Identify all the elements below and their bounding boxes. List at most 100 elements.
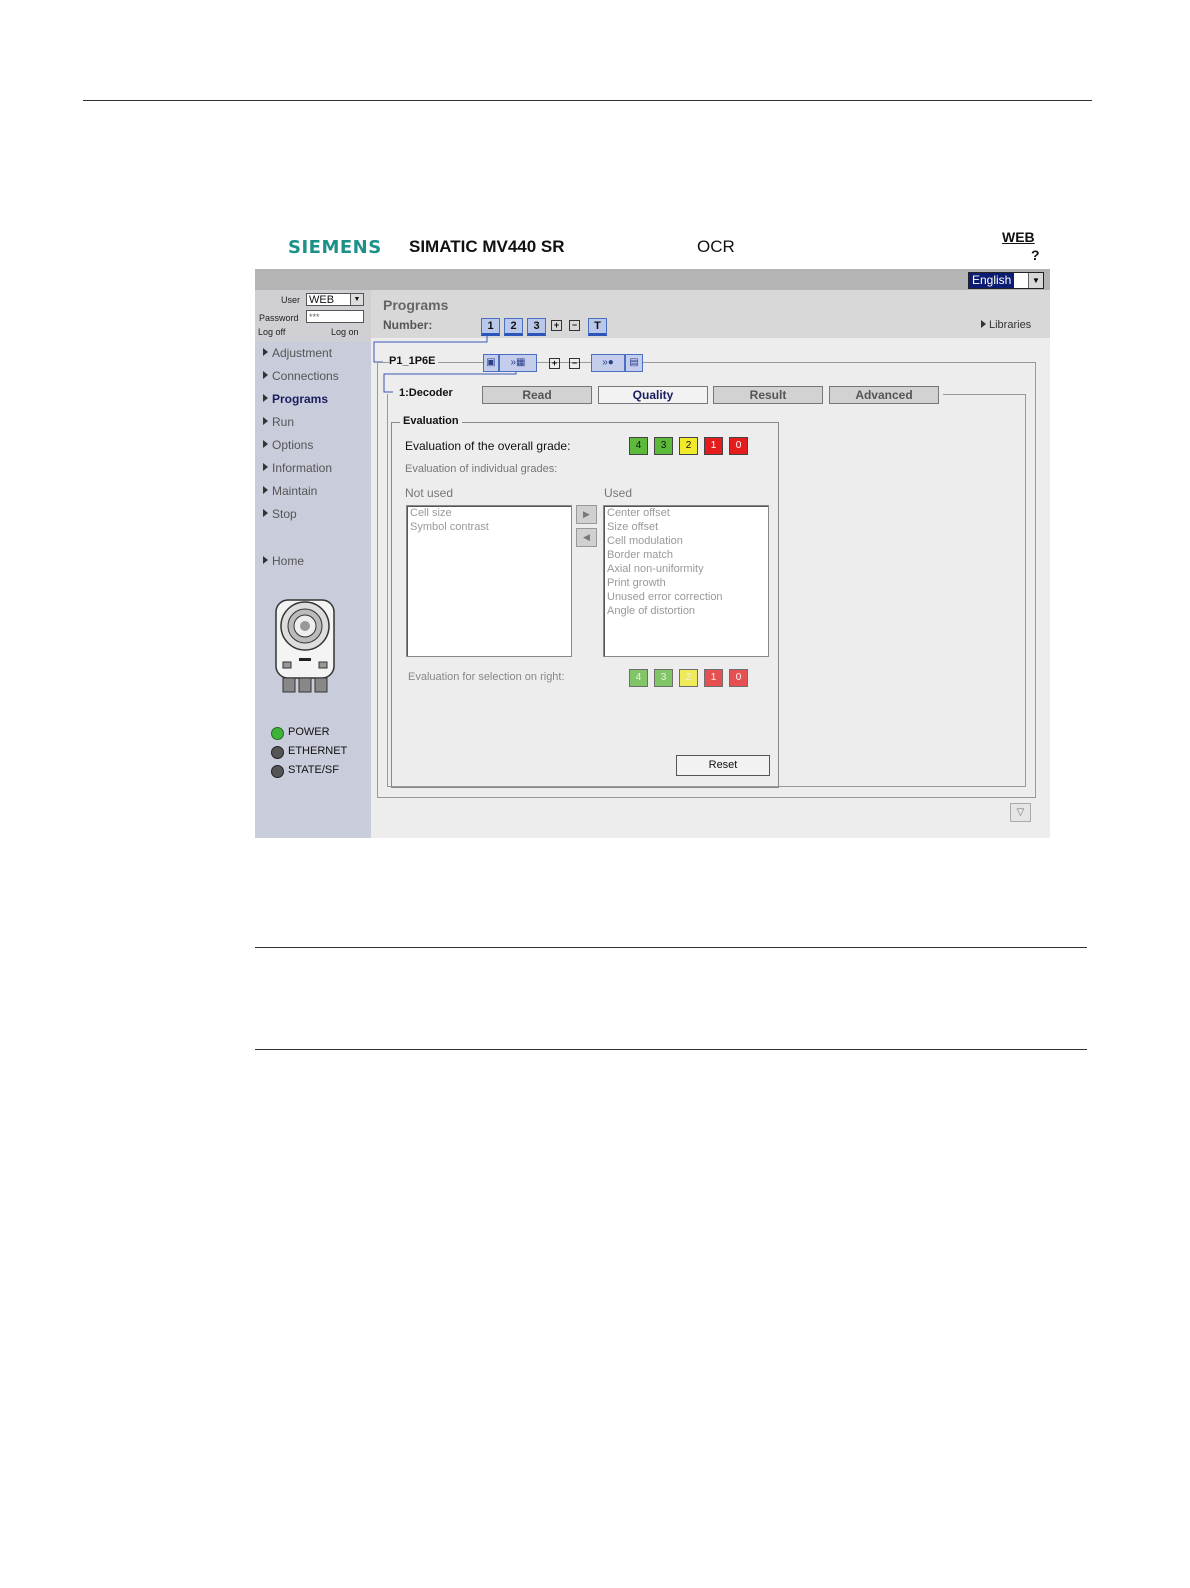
web-link[interactable]: WEB (1002, 229, 1035, 245)
move-left-icon[interactable]: ◀ (576, 528, 597, 547)
save-icon[interactable]: ▤ (625, 354, 643, 372)
used-label: Used (604, 486, 633, 500)
number-label: Number: (383, 318, 433, 332)
list-item[interactable]: Unused error correction (604, 590, 768, 604)
teach-icon[interactable]: T (588, 318, 607, 336)
module-name: OCR (697, 237, 735, 256)
used-list[interactable]: Center offset Size offset Cell modulatio… (603, 505, 769, 657)
power-label: POWER (288, 726, 330, 738)
list-item[interactable]: Border match (604, 548, 768, 562)
nav-label: Adjustment (272, 346, 333, 360)
nav-label: Connections (272, 369, 339, 383)
logoff-link[interactable]: Log off (258, 327, 285, 337)
list-item[interactable]: Axial non-uniformity (604, 562, 768, 576)
overall-grade-2[interactable]: 2 (679, 437, 698, 455)
selection-grade-2[interactable]: 2 (679, 669, 698, 687)
ethernet-label: ETHERNET (288, 745, 348, 757)
evaluation-group: Evaluation Evaluation of the overall gra… (391, 415, 779, 788)
note-bottom-rule (255, 1049, 1087, 1050)
overall-grade-3[interactable]: 3 (654, 437, 673, 455)
overall-grade-0[interactable]: 0 (729, 437, 748, 455)
list-item[interactable]: Cell modulation (604, 534, 768, 548)
tab-result[interactable]: Result (713, 386, 823, 404)
plus-icon[interactable]: + (551, 320, 562, 331)
triangle-right-icon (263, 371, 268, 379)
list-item[interactable]: Angle of distortion (604, 604, 768, 618)
nav-label: Home (272, 554, 305, 568)
language-value: English (969, 273, 1015, 288)
triangle-right-icon (263, 394, 268, 402)
image-step-icon[interactable]: »▦ (499, 354, 537, 372)
not-used-list[interactable]: Cell size Symbol contrast (406, 505, 572, 657)
nav-item-home[interactable]: Home (263, 554, 304, 568)
overall-grade-4[interactable]: 4 (629, 437, 648, 455)
triangle-right-icon (263, 463, 268, 471)
page-top-rule (83, 100, 1092, 101)
list-item[interactable]: Center offset (604, 506, 768, 520)
state-label: STATE/SF (288, 764, 339, 776)
nav-label: Stop (272, 507, 297, 521)
nav-item-programs[interactable]: Programs (263, 392, 328, 406)
not-used-label: Not used (405, 486, 454, 500)
individual-grades-label: Evaluation of individual grades: (405, 463, 558, 475)
note-top-rule (255, 947, 1087, 948)
list-item[interactable]: Cell size (407, 506, 571, 520)
siemens-logo: SIEMENS (288, 237, 382, 258)
help-link[interactable]: ? (1031, 247, 1040, 263)
state-led-icon (271, 765, 284, 778)
webui-screenshot: SIEMENS SIMATIC MV440 SR OCR WEB ? Engli… (255, 225, 1050, 838)
overall-grade-label: Evaluation of the overall grade: (405, 439, 571, 453)
step-frame-top (943, 394, 1025, 395)
list-item[interactable]: Symbol contrast (407, 520, 571, 534)
plus-icon[interactable]: + (549, 358, 560, 369)
move-right-icon[interactable]: ▶ (576, 505, 597, 524)
nav-item-information[interactable]: Information (263, 461, 332, 475)
libraries-label: Libraries (989, 319, 1032, 331)
camera-icon[interactable]: ▣ (483, 354, 499, 372)
programs-header (371, 290, 1050, 338)
selection-grade-3[interactable]: 3 (654, 669, 673, 687)
nav-label: Options (272, 438, 314, 452)
nav-item-options[interactable]: Options (263, 438, 313, 452)
main-panel: Programs Number: 1 2 3 + − T Libraries P… (371, 290, 1050, 838)
libraries-link[interactable]: Libraries (981, 319, 1031, 331)
login-panel: User WEB ▼ Password *** Log off Log on (255, 290, 371, 342)
chevron-down-icon[interactable]: ▼ (350, 294, 363, 305)
minus-icon[interactable]: − (569, 320, 580, 331)
user-value: WEB (309, 294, 335, 306)
overall-grade-1[interactable]: 1 (704, 437, 723, 455)
ethernet-led-icon (271, 746, 284, 759)
chevron-down-icon[interactable]: ▼ (1028, 273, 1043, 288)
download-icon[interactable]: ▽ (1010, 803, 1031, 822)
triangle-right-icon (263, 417, 268, 425)
logon-link[interactable]: Log on (331, 327, 359, 337)
user-label: User (281, 295, 301, 305)
nav-item-run[interactable]: Run (263, 415, 294, 429)
triangle-right-icon (263, 348, 268, 356)
program-name: P1_1P6E (389, 355, 439, 367)
tab-read[interactable]: Read (482, 386, 592, 404)
tab-advanced[interactable]: Advanced (829, 386, 939, 404)
nav-label: Maintain (272, 484, 318, 498)
tab-quality[interactable]: Quality (598, 386, 708, 404)
nav-item-stop[interactable]: Stop (263, 507, 297, 521)
language-bar: English ▼ (255, 269, 1050, 290)
selection-grade-label: Evaluation for selection on right: (408, 671, 565, 683)
selection-grade-4[interactable]: 4 (629, 669, 648, 687)
list-item[interactable]: Size offset (604, 520, 768, 534)
user-select[interactable]: WEB ▼ (306, 293, 364, 306)
password-field[interactable]: *** (306, 310, 364, 323)
nav-item-connections[interactable]: Connections (263, 369, 339, 383)
language-select[interactable]: English ▼ (968, 272, 1044, 289)
selection-grade-1[interactable]: 1 (704, 669, 723, 687)
nav-label: Information (272, 461, 333, 475)
reset-button[interactable]: Reset (676, 755, 770, 776)
run-step-icon[interactable]: »● (591, 354, 625, 372)
nav-item-adjustment[interactable]: Adjustment (263, 346, 332, 360)
minus-icon[interactable]: − (569, 358, 580, 369)
selection-grade-0[interactable]: 0 (729, 669, 748, 687)
triangle-right-icon (263, 486, 268, 494)
nav-item-maintain[interactable]: Maintain (263, 484, 317, 498)
step-name: 1:Decoder (399, 387, 456, 399)
list-item[interactable]: Print growth (604, 576, 768, 590)
